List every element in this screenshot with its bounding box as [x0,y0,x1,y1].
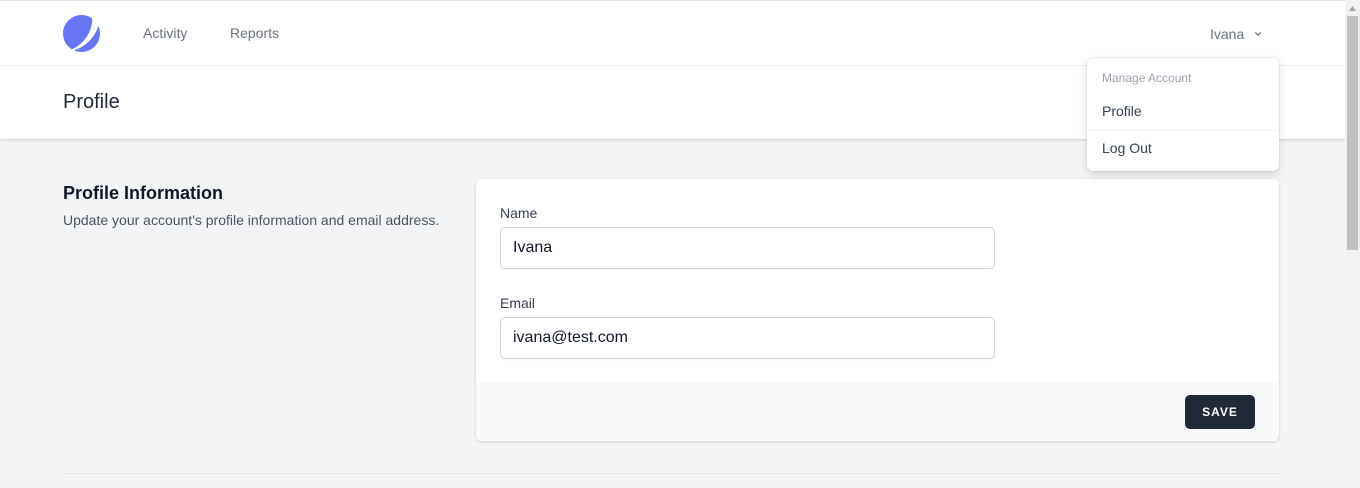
logo-icon[interactable] [63,15,100,52]
dropdown-item-profile[interactable]: Profile [1087,93,1279,129]
email-input[interactable] [500,317,995,359]
top-navigation: Activity Reports Ivana [0,0,1345,66]
name-label: Name [500,205,538,221]
page-title: Profile [63,91,120,113]
section-description: Update your account's profile informatio… [63,212,440,228]
dropdown-header: Manage Account [1102,71,1192,85]
name-input[interactable] [500,227,995,269]
scroll-up-arrow-icon[interactable] [1345,0,1360,16]
section-divider [63,473,1279,474]
nav-link-activity[interactable]: Activity [143,25,187,41]
page: Activity Reports Ivana Profile Profile I… [0,0,1345,488]
user-menu-button[interactable]: Ivana [1210,23,1264,45]
section-title: Profile Information [63,183,224,203]
dropdown-item-logout[interactable]: Log Out [1087,130,1279,166]
account-dropdown: Manage Account Profile Log Out [1087,58,1279,171]
email-label: Email [500,295,536,311]
nav-link-reports[interactable]: Reports [230,25,279,41]
form-footer: SAVE [476,382,1279,441]
vertical-scrollbar[interactable] [1345,0,1360,488]
user-name: Ivana [1210,26,1245,42]
scrollbar-thumb[interactable] [1347,16,1358,250]
chevron-down-icon [1255,32,1262,36]
save-button[interactable]: SAVE [1185,395,1255,429]
profile-form-card: Name Email SAVE [476,179,1279,441]
